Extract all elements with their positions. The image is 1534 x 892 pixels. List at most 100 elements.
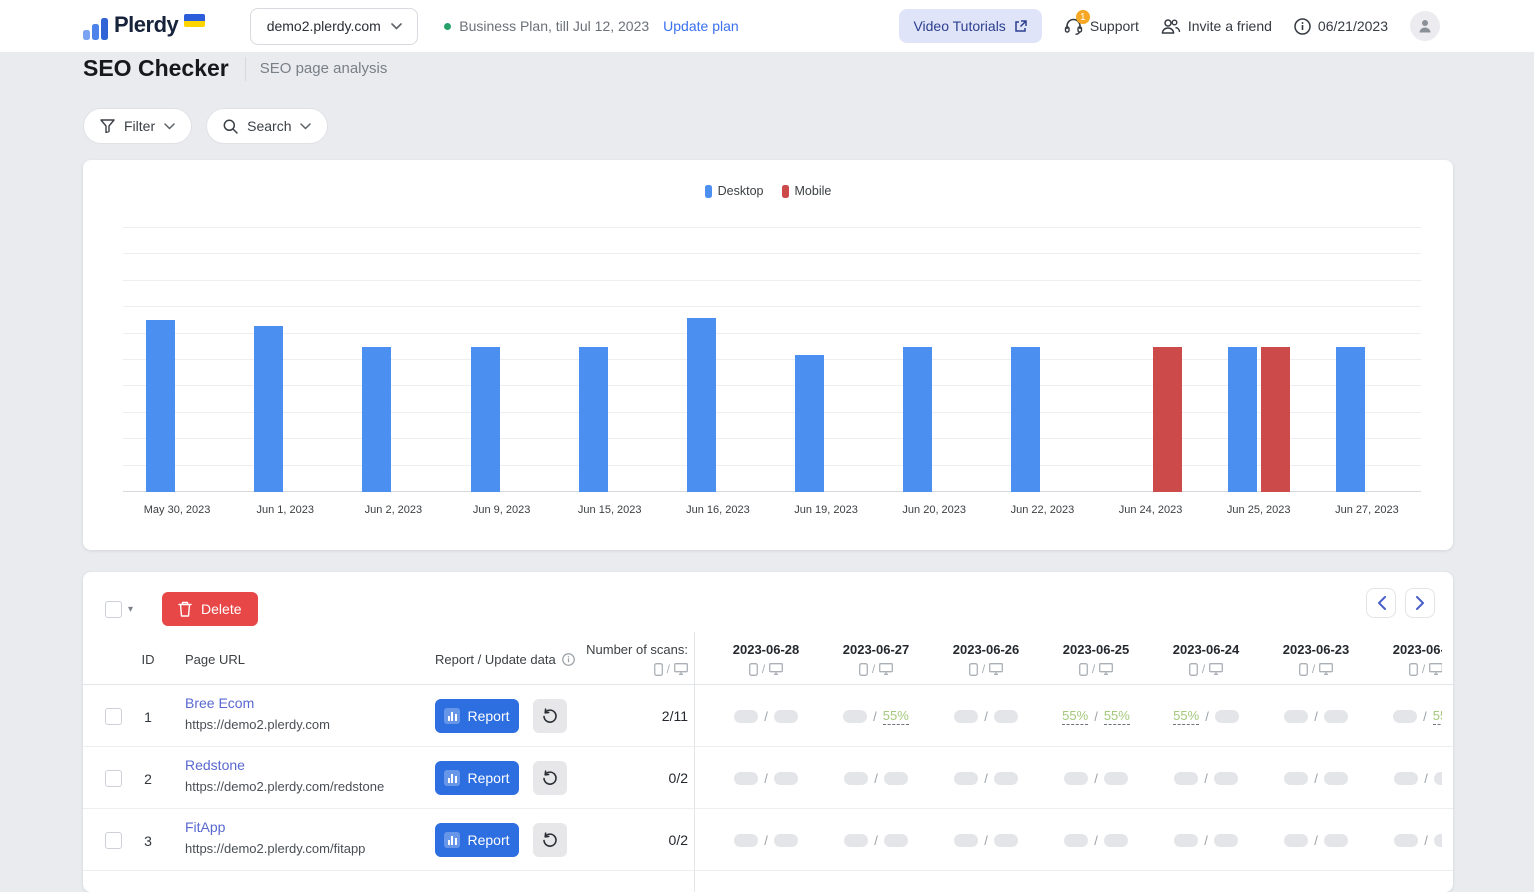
score-link[interactable]: 55% [1173,708,1199,725]
desktop-icon [989,663,1003,675]
bar-group [448,228,556,492]
logo-text: Plerdy [114,12,178,38]
user-avatar[interactable] [1410,11,1440,41]
refresh-button[interactable] [533,699,567,733]
x-tick-label: Jun 16, 2023 [664,504,772,516]
table-row: 3FitApphttps://demo2.plerdy.com/fitappRe… [83,809,1453,871]
bar-group [664,228,772,492]
row-id: 2 [133,771,163,787]
score-link[interactable]: 55% [1433,708,1442,725]
domain-selector[interactable]: demo2.plerdy.com [250,8,418,45]
x-tick-label: Jun 20, 2023 [880,504,988,516]
chevron-down-icon [391,23,402,30]
video-tutorials-button[interactable]: Video Tutorials [899,9,1041,43]
date-cell: / [821,809,931,871]
date-cell: / [931,809,1041,871]
empty-value-pill [884,772,908,785]
bar-group [1313,228,1421,492]
phone-icon [654,663,663,676]
date-cell: 55%/55% [1041,685,1151,747]
date-column-header: 2023-06-24/ [1151,632,1261,685]
report-button[interactable]: Report [435,699,519,733]
date-cell: /55% [1371,685,1442,747]
people-icon [1161,18,1181,34]
empty-value-pill [1104,834,1128,847]
date-cell: / [1261,809,1371,871]
refresh-icon [542,708,558,724]
desktop-icon [674,663,688,675]
filter-button[interactable]: Filter [83,108,192,144]
empty-value-pill [1174,772,1198,785]
date-cell: / [1151,747,1261,809]
empty-value-pill [843,710,867,723]
desktop-bar [1228,347,1257,492]
date-cell: / [711,685,821,747]
pages-table-card: ▾ Delete ID Page URL Report / Update dat… [83,572,1453,892]
empty-value-pill [1393,710,1417,723]
date-column-header: 2023-06-22/ [1371,632,1442,685]
col-page-url-header: Page URL [185,652,245,667]
scans-count: 0/2 [583,770,688,786]
score-link[interactable]: 55% [883,708,909,725]
empty-value-pill [1284,710,1308,723]
report-button[interactable]: Report [435,761,519,795]
score-link[interactable]: 55% [1104,708,1130,725]
page-name-link[interactable]: FitApp [185,819,365,835]
select-menu-caret-icon[interactable]: ▾ [128,604,133,615]
empty-value-pill [1324,834,1348,847]
status-dot-icon [444,23,451,30]
empty-value-pill [1284,772,1308,785]
desktop-bar [254,326,283,492]
empty-value-pill [774,834,798,847]
select-all-checkbox[interactable] [105,601,122,618]
empty-value-pill [1324,710,1348,723]
row-checkbox[interactable] [105,708,122,725]
empty-value-pill [1215,710,1239,723]
date-column-header: 2023-06-23/ [1261,632,1371,685]
report-chart-icon [444,832,460,848]
date-cell: / [1261,747,1371,809]
x-tick-label: May 30, 2023 [123,504,231,516]
row-checkbox[interactable] [105,832,122,849]
desktop-bar [1336,347,1365,492]
invite-friend-menu-item[interactable]: Invite a friend [1161,18,1272,34]
row-id: 3 [133,833,163,849]
next-page-button[interactable] [1405,588,1435,618]
empty-value-pill [1324,772,1348,785]
x-tick-label: Jun 27, 2023 [1313,504,1421,516]
info-icon [1294,18,1311,35]
col-id-header: ID [133,652,163,667]
refresh-button[interactable] [533,761,567,795]
empty-value-pill [1284,834,1308,847]
report-chart-icon [444,770,460,786]
report-button[interactable]: Report [435,823,519,857]
score-link[interactable]: 55% [1062,708,1088,725]
row-checkbox[interactable] [105,770,122,787]
desktop-bar [579,347,608,492]
refresh-button[interactable] [533,823,567,857]
bar-chart-plot [123,228,1421,492]
empty-value-pill [954,710,978,723]
bar-group [339,228,447,492]
date-cell: / [1261,685,1371,747]
ukraine-flag-icon [184,14,205,27]
date-cell: / [821,747,931,809]
delete-button[interactable]: Delete [162,592,257,626]
empty-value-pill [994,834,1018,847]
update-plan-link[interactable]: Update plan [663,18,739,34]
empty-value-pill [994,772,1018,785]
external-link-icon [1014,19,1028,33]
page-name-link[interactable]: Bree Ecom [185,695,330,711]
prev-page-button[interactable] [1366,588,1396,618]
bar-group [556,228,664,492]
plerdy-logo[interactable]: Plerdy [83,12,205,40]
bar-group [123,228,231,492]
bar-group [772,228,880,492]
support-menu-item[interactable]: 1 Support [1064,17,1139,35]
page-name-link[interactable]: Redstone [185,757,384,773]
legend-desktop: Desktop [705,184,764,198]
date-cell: / [931,747,1041,809]
search-button[interactable]: Search [206,108,328,144]
trash-icon [178,601,192,617]
x-tick-label: Jun 24, 2023 [1097,504,1205,516]
